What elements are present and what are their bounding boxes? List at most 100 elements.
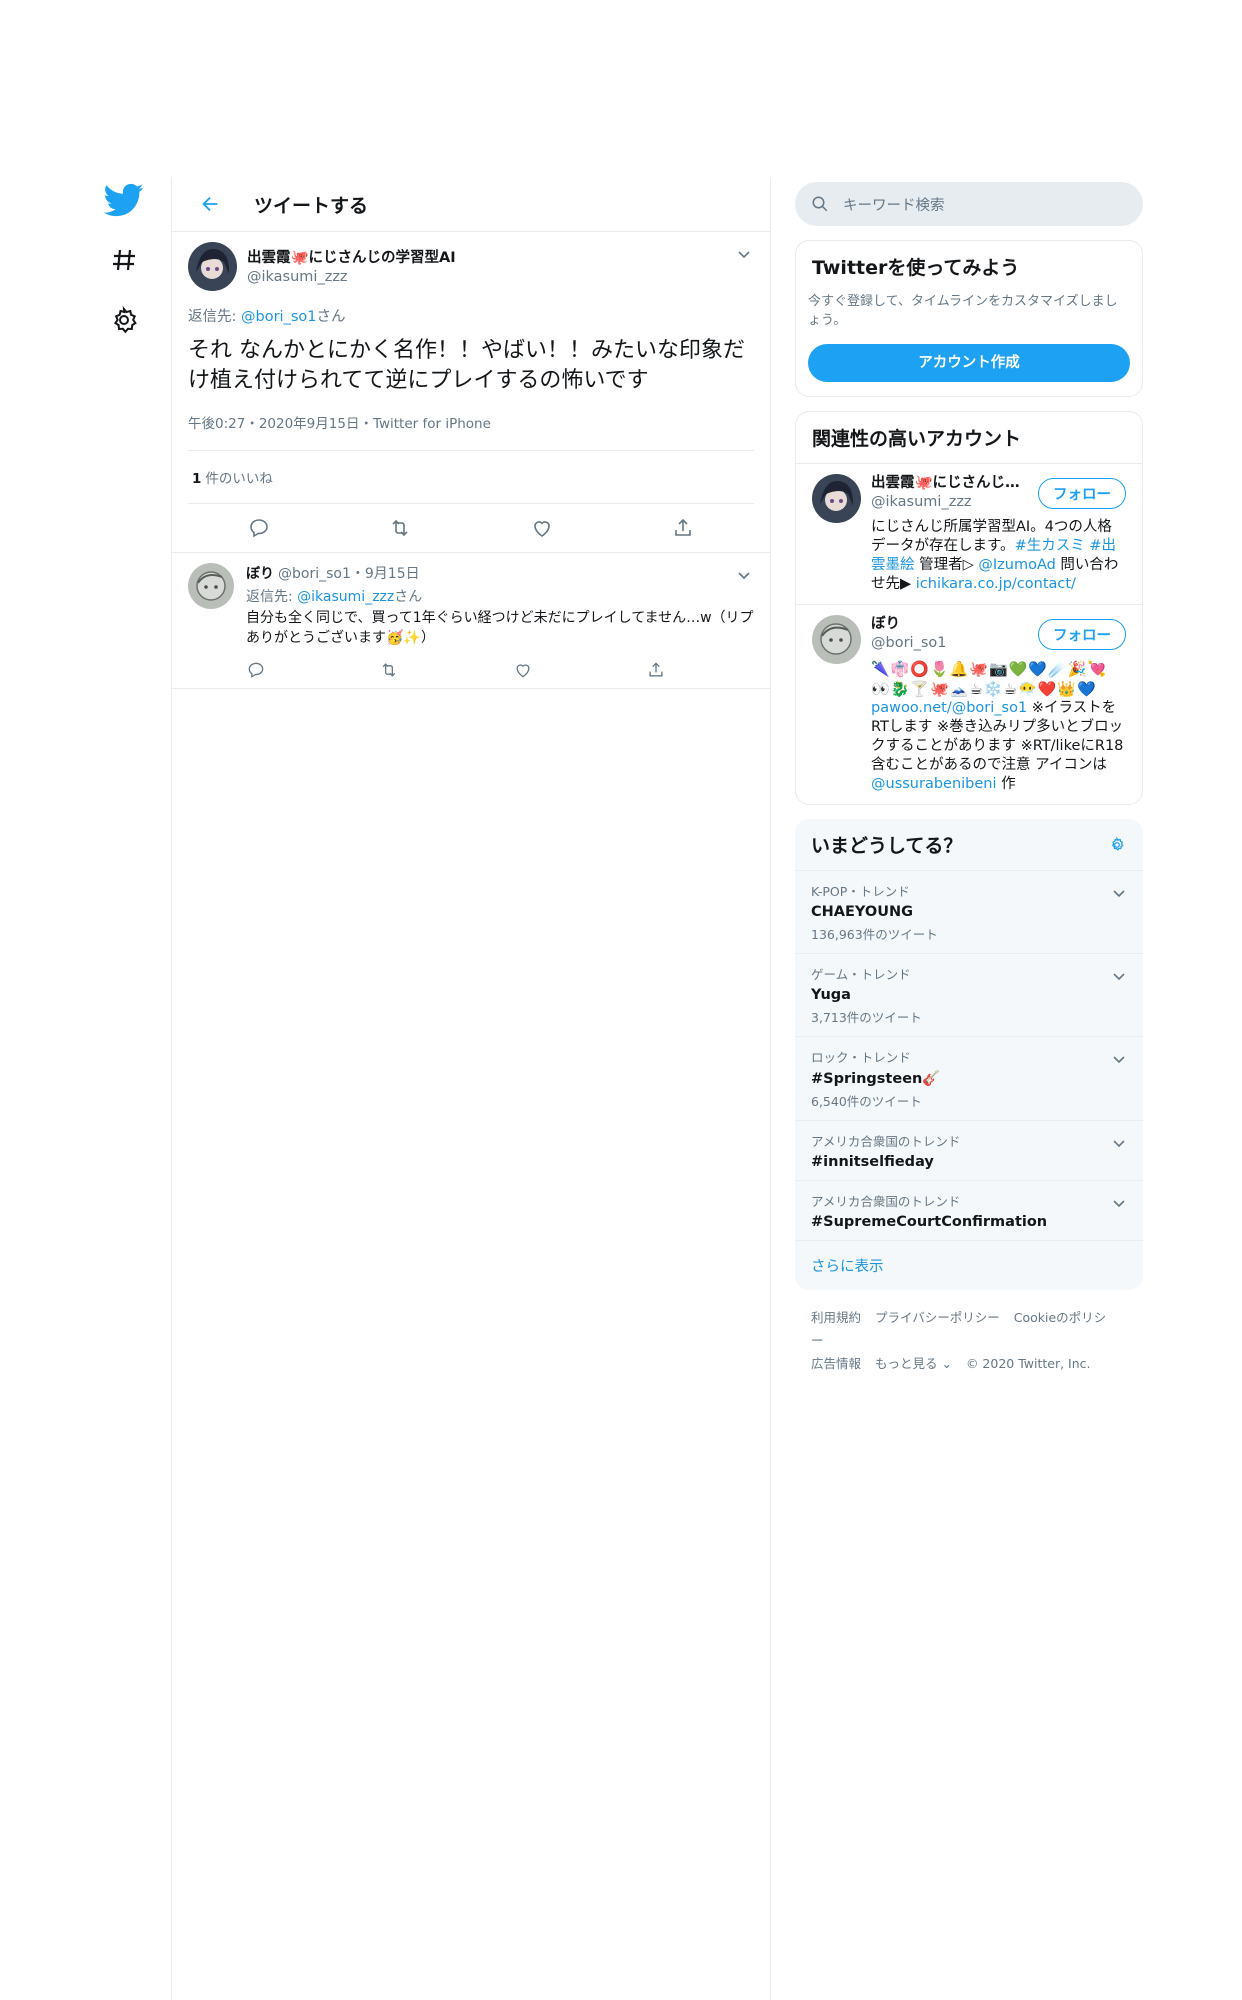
- like-heart-icon[interactable]: [513, 660, 533, 680]
- tweet-text: それ なんかとにかく名作！！やばい！！みたいな印象だけ植え付けられてて逆にプレイ…: [188, 338, 745, 393]
- reply-tweet[interactable]: ぼり @bori_so1・9月15日 返信先: @ikasumi_zzzさん 自分…: [172, 553, 770, 689]
- trend-item[interactable]: アメリカ合衆国のトレンド #innitselfieday: [795, 1121, 1143, 1181]
- bio-text: 作: [996, 776, 1016, 792]
- share-icon[interactable]: [646, 660, 666, 680]
- main-column: ツイートする 出雲霞🐙にじさんじの学習型AI @ikasumi_zzz 返信先:…: [171, 177, 771, 2000]
- trends-title: いまどうしてる？: [811, 835, 963, 857]
- create-account-button[interactable]: アカウント作成: [808, 344, 1130, 382]
- bio-url-link[interactable]: pawoo.net/@bori_so1: [871, 700, 1027, 716]
- reply-actions: [246, 660, 666, 680]
- hashtag-icon[interactable]: [104, 240, 144, 280]
- trend-category: K-POP・トレンド: [811, 884, 910, 899]
- retweet-icon[interactable]: [388, 516, 412, 540]
- follow-button[interactable]: フォロー: [1038, 478, 1126, 509]
- account-bio: pawoo.net/@bori_so1 ※イラストをRTします ※巻き込みリプ多…: [871, 699, 1126, 794]
- account-name[interactable]: 出雲霞🐙にじさんじの学習型AI: [871, 474, 1021, 493]
- back-arrow-icon: [202, 196, 218, 212]
- signup-title: Twitterを使ってみよう: [812, 257, 1020, 279]
- share-icon[interactable]: [671, 516, 695, 540]
- related-accounts-card: 関連性の高いアカウント 出雲霞🐙にじさんじの学習型AI @ikasumi_zzz…: [795, 411, 1143, 805]
- reply-date[interactable]: ・9月15日: [351, 566, 420, 582]
- reply-mention-link[interactable]: @ikasumi_zzz: [297, 589, 394, 605]
- trend-item[interactable]: アメリカ合衆国のトレンド #SupremeCourtConfirmation: [795, 1181, 1143, 1241]
- settings-gear-icon[interactable]: [1107, 835, 1127, 855]
- bio-hashtag-link[interactable]: #生カスミ: [1015, 538, 1085, 554]
- trend-category: アメリカ合衆国のトレンド: [811, 1194, 961, 1209]
- bio-url-link[interactable]: ichikara.co.jp/contact/: [916, 576, 1076, 592]
- like-number: 1: [192, 471, 202, 487]
- avatar-image-icon: [812, 615, 861, 664]
- avatar[interactable]: [812, 615, 861, 664]
- trend-count: 136,963件のツイート: [811, 927, 938, 942]
- trend-count: 6,540件のツイート: [811, 1094, 922, 1109]
- avatar[interactable]: [812, 474, 861, 523]
- reply-display-name[interactable]: ぼり: [246, 566, 274, 582]
- reply-text: 自分も全く同じで、買って1年ぐらい経つけど未だにプレイしてません…w（リプありが…: [246, 610, 754, 646]
- chevron-down-icon[interactable]: [734, 244, 754, 264]
- reply-suffix: さん: [394, 589, 423, 605]
- account-name[interactable]: ぼり: [871, 615, 1021, 634]
- chevron-down-icon[interactable]: [1109, 883, 1129, 903]
- trend-name: #innitselfieday: [811, 1154, 934, 1170]
- back-button[interactable]: [190, 184, 230, 224]
- search-placeholder: キーワード検索: [843, 197, 945, 214]
- reply-context: 返信先: @bori_so1さん: [188, 305, 754, 326]
- reply-icon[interactable]: [246, 660, 266, 680]
- tweet-actions: [188, 504, 754, 552]
- chevron-down-icon[interactable]: [1109, 1133, 1129, 1153]
- like-label: 件のいいね: [205, 471, 273, 487]
- likes-count[interactable]: 1 件のいいね: [188, 451, 754, 504]
- tweet-timestamp[interactable]: 午後0:27・2020年9月15日・Twitter for iPhone: [188, 412, 754, 451]
- reply-suffix: さん: [316, 309, 346, 325]
- bio-mention-link[interactable]: @ussurabenibeni: [871, 776, 997, 792]
- chevron-down-icon[interactable]: [1109, 966, 1129, 986]
- like-heart-icon[interactable]: [530, 516, 554, 540]
- ads-info-link[interactable]: 広告情報: [811, 1356, 861, 1371]
- bio-text: 管理者▷: [914, 557, 979, 573]
- avatar[interactable]: [188, 563, 234, 609]
- related-title: 関連性の高いアカウント: [812, 428, 1022, 450]
- left-nav: [104, 180, 152, 360]
- reply-prefix: 返信先:: [246, 589, 298, 605]
- search-input[interactable]: キーワード検索: [795, 182, 1143, 226]
- page-title: ツイートする: [254, 194, 369, 217]
- more-link[interactable]: もっと見る ⌄: [875, 1356, 952, 1371]
- reply-icon[interactable]: [247, 516, 271, 540]
- show-more-link[interactable]: さらに表示: [795, 1241, 1143, 1290]
- trend-item[interactable]: ロック・トレンド #Springsteen🎸 6,540件のツイート: [795, 1037, 1143, 1121]
- trend-item[interactable]: ゲーム・トレンド Yuga 3,713件のツイート: [795, 954, 1143, 1037]
- terms-link[interactable]: 利用規約: [811, 1310, 861, 1325]
- search-icon: [812, 196, 828, 212]
- display-name[interactable]: 出雲霞🐙にじさんじの学習型AI: [247, 246, 456, 267]
- chevron-down-icon[interactable]: [1109, 1049, 1129, 1069]
- account-item[interactable]: ぼり @bori_so1 🌂👘⭕🌷🔔🐙📷💚💙☄️🎉💘👀🐉🍸🐙🗻☕❄️☕😶‍🌫️❤…: [796, 604, 1142, 804]
- privacy-link[interactable]: プライバシーポリシー: [875, 1310, 1000, 1325]
- reply-screen-name[interactable]: @bori_so1: [278, 566, 351, 582]
- trend-category: ロック・トレンド: [811, 1050, 911, 1065]
- bio-mention-link[interactable]: @IzumoAd: [978, 557, 1055, 573]
- trend-name: #Springsteen🎸: [811, 1071, 941, 1087]
- chevron-down-icon[interactable]: [1109, 1193, 1129, 1213]
- account-bio: にじさんじ所属学習型AI。4つの人格データが存在します。#生カスミ #出雲墨絵 …: [871, 518, 1126, 594]
- follow-button[interactable]: フォロー: [1038, 619, 1126, 650]
- trend-name: CHAEYOUNG: [811, 904, 914, 920]
- trend-name: #SupremeCourtConfirmation: [811, 1214, 1048, 1230]
- reply-mention-link[interactable]: @bori_so1: [241, 309, 316, 325]
- account-item[interactable]: 出雲霞🐙にじさんじの学習型AI @ikasumi_zzz にじさんじ所属学習型A…: [796, 463, 1142, 604]
- avatar-image-icon: [188, 563, 234, 609]
- avatar-image-icon: [188, 242, 237, 291]
- reply-context: 返信先: @ikasumi_zzzさん: [246, 586, 754, 606]
- chevron-down-icon[interactable]: [734, 565, 754, 585]
- trend-count: 3,713件のツイート: [811, 1010, 922, 1025]
- trend-category: アメリカ合衆国のトレンド: [811, 1134, 961, 1149]
- twitter-bird-icon[interactable]: [104, 180, 144, 220]
- page-header: ツイートする: [172, 177, 770, 232]
- right-sidebar: キーワード検索 Twitterを使ってみよう 今すぐ登録して、タイムラインをカス…: [795, 182, 1143, 1391]
- retweet-icon[interactable]: [379, 660, 399, 680]
- screen-name[interactable]: @ikasumi_zzz: [247, 269, 456, 285]
- trend-item[interactable]: K-POP・トレンド CHAEYOUNG 136,963件のツイート: [795, 871, 1143, 954]
- settings-gear-icon[interactable]: [104, 300, 144, 340]
- avatar[interactable]: [188, 242, 237, 291]
- footer: 利用規約 プライバシーポリシー Cookieのポリシー 広告情報 もっと見る ⌄…: [795, 1290, 1143, 1391]
- signup-description: 今すぐ登録して、タイムラインをカスタマイズしましょう。: [808, 294, 1118, 328]
